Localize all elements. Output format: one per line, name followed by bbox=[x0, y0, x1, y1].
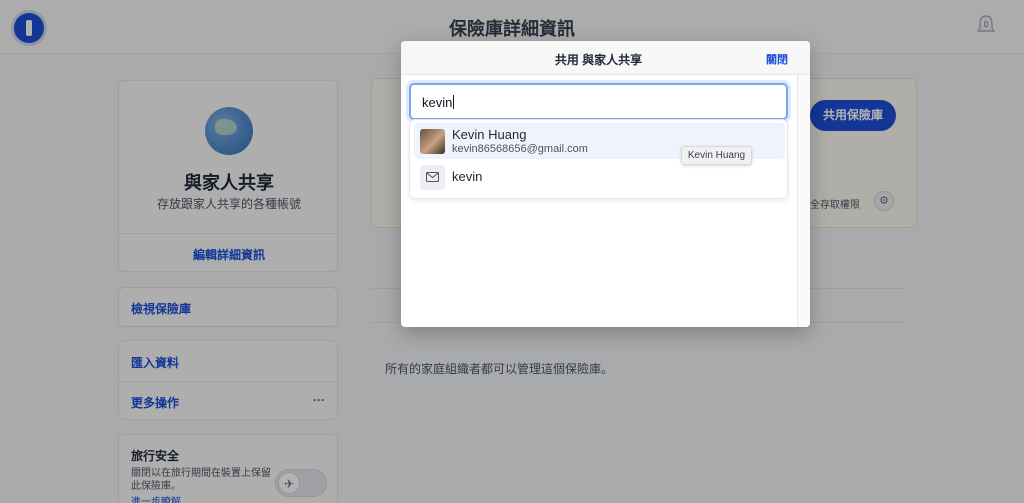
result-name: Kevin Huang bbox=[452, 127, 527, 142]
name-tooltip: Kevin Huang bbox=[681, 146, 752, 165]
dialog-title: 共用 與家人共享 bbox=[554, 53, 643, 67]
result-name: kevin bbox=[452, 169, 483, 184]
people-search-input[interactable]: kevin bbox=[409, 83, 788, 120]
dialog-scrollbar[interactable] bbox=[797, 75, 810, 327]
envelope-icon bbox=[420, 165, 445, 190]
dialog-header: 共用 與家人共享 關閉 bbox=[401, 41, 810, 75]
search-value: kevin bbox=[422, 95, 455, 110]
result-email: kevin86568656@gmail.com bbox=[452, 143, 588, 155]
result-item-email-kevin[interactable]: kevin bbox=[414, 160, 785, 196]
close-button[interactable]: 關閉 bbox=[766, 51, 788, 67]
share-vault-dialog: 共用 與家人共享 關閉 kevin Kevin Huang kevin86568… bbox=[401, 41, 810, 327]
avatar bbox=[420, 129, 445, 154]
